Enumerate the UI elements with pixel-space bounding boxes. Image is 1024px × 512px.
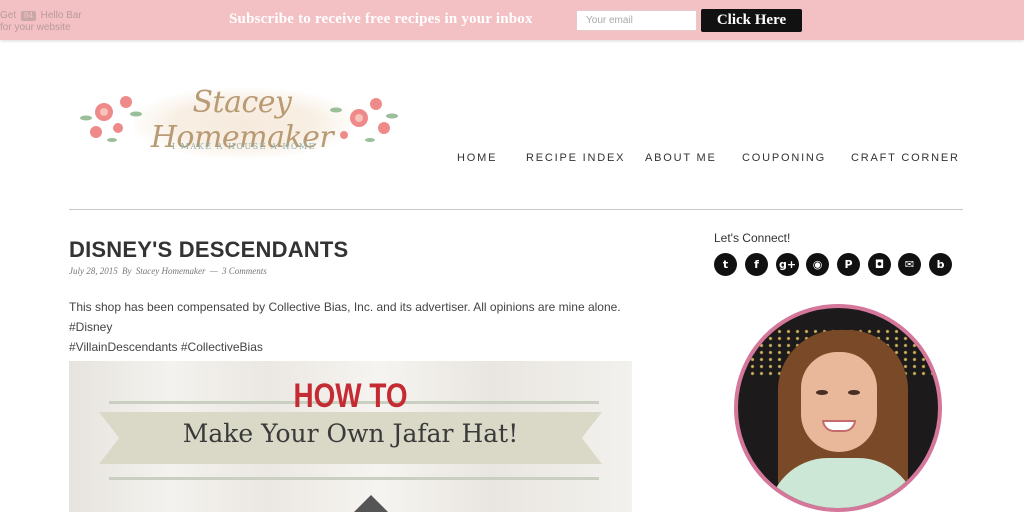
hello-bar-brand: Hello Bar [40,10,82,21]
avatar-eye [848,390,860,395]
hat-icon [351,495,391,512]
image-heading: HOW TO [293,377,408,415]
main-nav: HOME RECIPE INDEX ABOUT ME COUPONING CRA… [0,152,1024,166]
sidebar-connect-title: Let's Connect! [714,231,791,245]
click-here-button[interactable]: Click Here [701,9,802,32]
hello-bar-badge: 84 [20,11,36,21]
post-title[interactable]: DISNEY'S DESCENDANTS [69,237,348,263]
author-avatar [734,304,942,512]
avatar-eye [816,390,828,395]
nav-item-couponing[interactable]: COUPONING [742,152,826,164]
hello-bar-promo-link[interactable]: Get 84 Hello Bar for your website [0,10,82,34]
post-by: By [122,266,132,276]
header-divider [69,209,963,210]
site-logo[interactable]: Stacey Homemaker I MAKE A HOUSE A HOME [74,80,404,160]
post-meta-separator: — [209,266,218,276]
email-input[interactable] [576,10,697,31]
rss-icon[interactable]: ◉ [806,253,829,276]
instagram-icon[interactable]: ◘ [868,253,891,276]
nav-item-craft-corner[interactable]: CRAFT CORNER [851,152,960,164]
twitter-icon[interactable]: t [714,253,737,276]
post-body-line: This shop has been compensated by Collec… [69,300,621,334]
post-disclosure: This shop has been compensated by Collec… [69,297,649,357]
nav-item-home[interactable]: HOME [457,152,497,164]
logo-tagline: I MAKE A HOUSE A HOME [172,142,316,151]
post-image[interactable]: HOW TO Make Your Own Jafar Hat! [69,361,632,512]
hello-bar-message: Subscribe to receive free recipes in you… [229,11,533,27]
avatar-face [801,352,877,452]
post-date: July 28, 2015 [69,266,118,276]
facebook-icon[interactable]: f [745,253,768,276]
pinterest-icon[interactable]: P [837,253,860,276]
hello-bar: Get 84 Hello Bar for your website Subscr… [0,0,1024,40]
hello-bar-get-label: Get [0,10,17,21]
google-plus-icon[interactable]: g+ [776,253,799,276]
image-rule [109,477,599,480]
bloglovin-icon[interactable]: b [929,253,952,276]
nav-item-about-me[interactable]: ABOUT ME [645,152,717,164]
post-body-line: #VillainDescendants #CollectiveBias [69,340,263,354]
email-icon[interactable]: ✉ [898,253,921,276]
post-author[interactable]: Stacey Homemaker [136,266,206,276]
hello-bar-sub: for your website [0,22,71,33]
post-comments-link[interactable]: 3 Comments [222,266,267,276]
nav-item-recipe-index[interactable]: RECIPE INDEX [526,152,625,164]
post-meta: July 28, 2015 By Stacey Homemaker — 3 Co… [69,266,269,276]
image-subheading: Make Your Own Jafar Hat! [182,419,519,448]
